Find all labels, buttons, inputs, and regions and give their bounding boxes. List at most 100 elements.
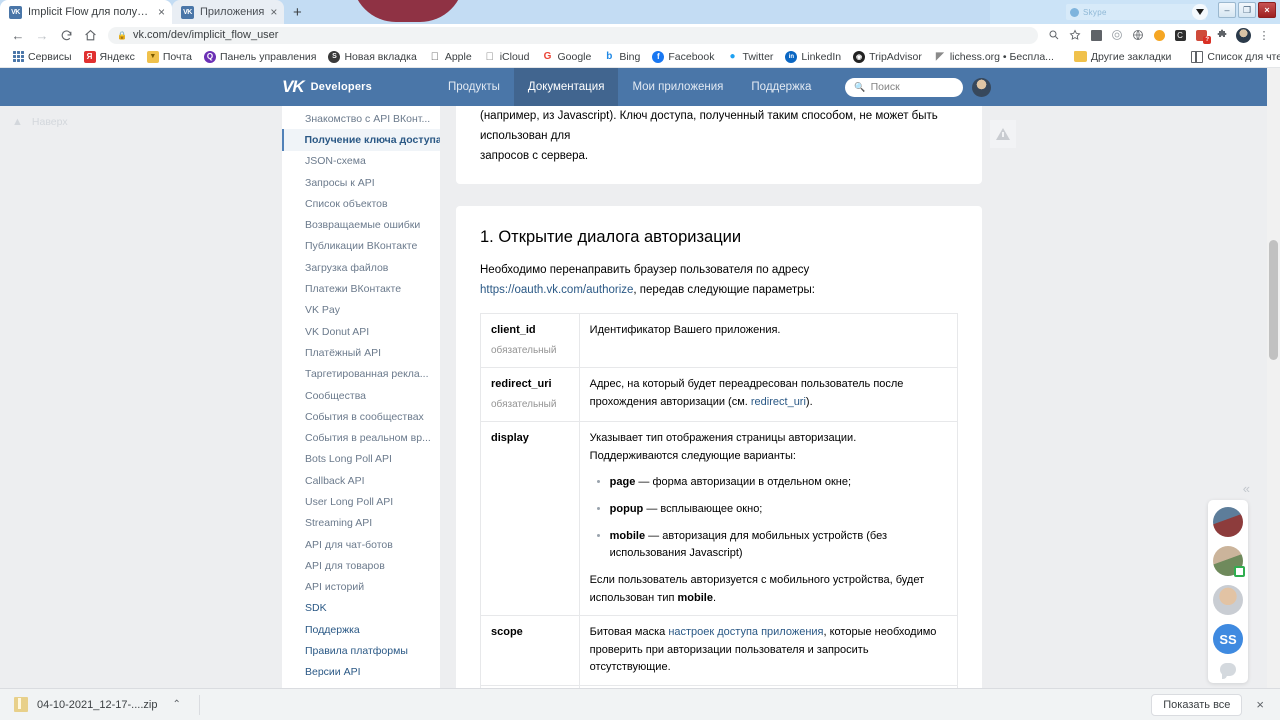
page-scrollbar-track[interactable] (1267, 68, 1280, 688)
sidebar-item-11[interactable]: Платёжный API (282, 342, 440, 363)
download-menu-caret-icon[interactable]: ⌃ (172, 699, 180, 710)
forward-icon[interactable]: → (30, 24, 54, 46)
bookmark-star-icon[interactable] (1065, 25, 1085, 45)
sidebar-item-13[interactable]: Сообщества (282, 385, 440, 406)
home-icon[interactable] (78, 24, 102, 46)
bookmark-tripadvisor[interactable]: ◉ TripAdvisor (847, 47, 928, 67)
sidebar-section-versii-api[interactable]: Версии API (282, 662, 440, 683)
browser-tab-inactive[interactable]: VK Приложения × (172, 0, 285, 24)
vk-developers-logo[interactable]: VK Developers (282, 77, 372, 97)
address-bar[interactable]: 🔒 vk.com/dev/implicit_flow_user (108, 26, 1038, 44)
grid-icon[interactable] (1107, 25, 1127, 45)
menu-kebab-icon[interactable]: ⋮ (1254, 25, 1274, 45)
sidebar-item-5[interactable]: Возвращаемые ошибки (282, 214, 440, 235)
bookmark-facebook[interactable]: f Facebook (646, 47, 720, 67)
reading-list-button[interactable]: Список для чтения (1185, 47, 1280, 67)
c-extension-icon[interactable]: C (1170, 25, 1190, 45)
sidebar-item-14[interactable]: События в сообществах (282, 406, 440, 427)
sidebar-item-19[interactable]: Streaming API (282, 513, 440, 534)
minimize-button[interactable]: – (1218, 2, 1236, 18)
redirect-uri-link[interactable]: redirect_uri (751, 396, 806, 408)
sidebar-item-8[interactable]: Платежи ВКонтакте (282, 278, 440, 299)
bookmark-lichess[interactable]: ◤ lichess.org • Беспла... (928, 47, 1060, 67)
bookmark-apple[interactable]:  Apple (423, 47, 478, 67)
sidebar-section-sdk[interactable]: SDK (282, 598, 440, 619)
sidebar-item-1-selected[interactable]: Получение ключа доступа (282, 129, 440, 151)
bookmark-bing[interactable]: b Bing (597, 47, 646, 67)
chat-bubble-icon[interactable] (1220, 663, 1236, 679)
param-name-cell: redirect_uri обязательный (480, 367, 580, 422)
sidebar-item-4[interactable]: Список объектов (282, 193, 440, 214)
background-window-search[interactable]: Skype (1066, 4, 1206, 20)
sidebar-item-20[interactable]: API для чат-ботов (282, 534, 440, 555)
sidebar-section-pravila[interactable]: Правила платформы (282, 640, 440, 661)
sidebar-section-podderzhka[interactable]: Поддержка (282, 619, 440, 640)
sidebar-item-6[interactable]: Публикации ВКонтакте (282, 236, 440, 257)
sidebar-item-7[interactable]: Загрузка файлов (282, 257, 440, 278)
param-required: обязательный (491, 344, 557, 356)
profile-avatar[interactable] (1233, 25, 1253, 45)
sidebar-item-2[interactable]: JSON-схема (282, 151, 440, 172)
sidebar-item-21[interactable]: API для товаров (282, 555, 440, 576)
orange-extension-icon[interactable] (1149, 25, 1169, 45)
reload-icon[interactable] (54, 24, 78, 46)
param-name: scope (491, 626, 523, 638)
sidebar-item-22[interactable]: API историй (282, 577, 440, 598)
bookmark-control-panel[interactable]: Q Панель управления (198, 47, 322, 67)
nav-podderzhka[interactable]: Поддержка (737, 68, 825, 106)
show-all-downloads-button[interactable]: Показать все (1151, 693, 1243, 716)
sidebar-item-17[interactable]: Callback API (282, 470, 440, 491)
site-search-input[interactable]: 🔍 Поиск (845, 77, 964, 97)
nav-moi-prilozheniya[interactable]: Мои приложения (618, 68, 737, 106)
bookmark-google[interactable]: G Google (535, 47, 597, 67)
bookmark-yandex[interactable]: Я Яндекс (78, 47, 141, 67)
contact-avatar-1[interactable] (1213, 507, 1243, 537)
other-bookmarks-folder[interactable]: Другие закладки (1068, 47, 1177, 67)
sidebar-item-12[interactable]: Таргетированная рекла... (282, 364, 440, 385)
bookmark-icloud[interactable]:  iCloud (478, 47, 536, 67)
close-window-button[interactable]: × (1258, 2, 1276, 18)
maximize-button[interactable]: ❐ (1238, 2, 1256, 18)
param-desc-intro: Указывает тип отображения страницы автор… (589, 432, 857, 462)
option-text: — всплывающее окно; (643, 503, 763, 515)
oauth-authorize-link[interactable]: https://oauth.vk.com/authorize (480, 284, 633, 296)
contact-avatar-2[interactable] (1213, 546, 1245, 577)
background-window-dropdown-icon[interactable] (1192, 4, 1208, 20)
close-downloads-bar-icon[interactable]: × (1256, 697, 1264, 712)
yandex-icon: Я (83, 50, 96, 63)
sidebar-item-15[interactable]: События в реальном вр... (282, 427, 440, 448)
bookmark-linkedin[interactable]: in LinkedIn (779, 47, 847, 67)
close-tab-icon[interactable]: × (270, 6, 277, 18)
bookmark-apps[interactable]: Сервисы (6, 47, 78, 67)
new-tab-button[interactable]: + (284, 0, 310, 24)
download-item[interactable]: 04-10-2021_12-17-....zip ⌃ (10, 694, 189, 716)
bookmark-mail[interactable]: ▼ Почта (141, 47, 198, 67)
docs-sidebar: Знакомство с API ВКонт... Получение ключ… (282, 106, 440, 688)
browser-tab-active[interactable]: VK Implicit Flow для получения клю × (0, 0, 173, 24)
extensions-puzzle-icon[interactable] (1212, 25, 1232, 45)
nav-produkty[interactable]: Продукты (434, 68, 514, 106)
collapse-rail-icon[interactable]: « (1243, 481, 1250, 496)
contact-avatar-3[interactable] (1213, 585, 1243, 615)
zoom-icon[interactable] (1044, 25, 1064, 45)
tab-title: Приложения (200, 6, 265, 18)
nav-dokumentaciya[interactable]: Документация (513, 68, 619, 106)
sidebar-item-9[interactable]: VK Pay (282, 300, 440, 321)
contact-avatar-ss[interactable]: SS (1213, 624, 1243, 654)
back-icon[interactable]: ← (6, 24, 30, 46)
globe-icon[interactable] (1128, 25, 1148, 45)
sidebar-item-0[interactable]: Знакомство с API ВКонт... (282, 108, 440, 129)
close-tab-icon[interactable]: × (158, 6, 165, 18)
page-scrollbar-thumb[interactable] (1269, 240, 1278, 360)
back-to-top-button[interactable]: ▲ Наверх (12, 116, 68, 128)
sidebar-item-10[interactable]: VK Donut API (282, 321, 440, 342)
sidebar-item-18[interactable]: User Long Poll API (282, 491, 440, 512)
bookmark-new-tab[interactable]: S Новая вкладка (322, 47, 422, 67)
red-extension-icon[interactable]: ? (1191, 25, 1211, 45)
user-avatar[interactable] (972, 77, 992, 97)
scope-settings-link[interactable]: настроек доступа приложения (668, 626, 823, 638)
sidebar-item-16[interactable]: Bots Long Poll API (282, 449, 440, 470)
bookmark-twitter[interactable]: ● Twitter (720, 47, 779, 67)
cast-icon[interactable] (1086, 25, 1106, 45)
sidebar-item-3[interactable]: Запросы к API (282, 172, 440, 193)
